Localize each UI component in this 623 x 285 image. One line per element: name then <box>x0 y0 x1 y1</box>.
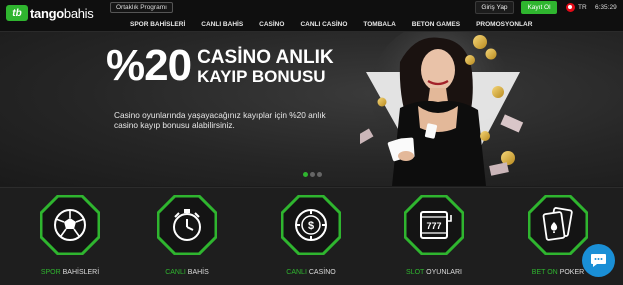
banner-percent: %20 <box>106 41 192 90</box>
casino-chip-icon: $ <box>281 195 341 255</box>
playing-cards-icon <box>528 195 588 255</box>
category-slot-games[interactable]: 777 SLOT OYUNLARI <box>394 195 474 281</box>
chat-bubble-icon <box>591 254 606 267</box>
soccer-ball-icon <box>40 195 100 255</box>
nav-sports-betting[interactable]: SPOR BAHİSLERİ <box>130 21 185 28</box>
page: tb tangobahis Ortaklık Programı SPOR BAH… <box>0 0 623 285</box>
category-live-betting[interactable]: CANLI BAHİS <box>147 195 227 281</box>
category-label-prefix: BET ON <box>531 269 558 276</box>
svg-text:777: 777 <box>426 221 441 231</box>
category-label-prefix: CANLI <box>165 269 186 276</box>
category-label-prefix: SPOR <box>40 269 61 276</box>
nav-beton-games[interactable]: BETON GAMES <box>412 21 460 28</box>
logo-mark: tb <box>6 5 28 21</box>
category-label-suffix: POKER <box>559 269 585 276</box>
nav-promotions[interactable]: PROMOSYONLAR <box>476 21 532 28</box>
banner-title-line1: CASİNO ANLIK <box>197 47 334 68</box>
category-label: SPOR BAHİSLERİ <box>30 269 110 276</box>
promo-woman-illustration <box>360 32 524 186</box>
logo-text: tangobahis <box>30 5 94 21</box>
category-label: CANLI BAHİS <box>147 269 227 276</box>
category-label-prefix: CANLI <box>286 269 307 276</box>
category-label: SLOT OYUNLARI <box>394 269 474 276</box>
logo-word-1: tango <box>30 5 64 21</box>
category-label-suffix: BAHİS <box>187 269 209 276</box>
slider-dot-3[interactable] <box>317 172 322 177</box>
affiliate-program-button[interactable]: Ortaklık Programı <box>110 2 173 13</box>
stopwatch-icon <box>157 195 217 255</box>
nav-casino[interactable]: CASİNO <box>259 21 284 28</box>
category-label-suffix: OYUNLARI <box>426 269 462 276</box>
logo-word-2: bahis <box>63 5 94 21</box>
nav-tombala[interactable]: TOMBALA <box>363 21 395 28</box>
login-button[interactable]: Giriş Yap <box>475 1 514 14</box>
category-label: CANLI CASİNO <box>271 269 351 276</box>
main-nav: SPOR BAHİSLERİ CANLI BAHİS CASİNO CANLI … <box>130 16 548 32</box>
language-selector[interactable]: TR <box>566 2 587 13</box>
logo[interactable]: tb tangobahis <box>6 5 94 21</box>
category-live-casino[interactable]: $ CANLI CASİNO <box>271 195 351 281</box>
category-label-suffix: BAHİSLERİ <box>62 269 100 276</box>
signup-button[interactable]: Kayıt Ol <box>521 1 557 14</box>
banner-title-line2: KAYIP BONUSU <box>197 67 326 86</box>
category-sports-betting[interactable]: SPOR BAHİSLERİ <box>30 195 110 281</box>
banner-description: Casino oyunlarında yaşayacağınız kayıpla… <box>114 110 326 130</box>
live-chat-button[interactable] <box>582 244 615 277</box>
banner-headline: %20 CASİNO ANLIK KAYIP BONUSU <box>106 44 334 88</box>
banner-title: CASİNO ANLIK KAYIP BONUSU <box>197 48 334 86</box>
clock: 6:35:29 <box>595 4 617 11</box>
slot-machine-icon: 777 <box>404 195 464 255</box>
slider-dot-1[interactable] <box>303 172 308 177</box>
category-label-prefix: SLOT <box>406 269 425 276</box>
nav-live-betting[interactable]: CANLI BAHİS <box>201 21 243 28</box>
category-label-suffix: CASİNO <box>308 269 336 276</box>
language-code: TR <box>578 4 587 11</box>
slider-dots <box>303 172 324 177</box>
turkey-flag-icon <box>566 3 575 12</box>
nav-live-casino[interactable]: CANLI CASİNO <box>300 21 347 28</box>
slider-dot-2[interactable] <box>310 172 315 177</box>
svg-text:$: $ <box>308 220 314 232</box>
